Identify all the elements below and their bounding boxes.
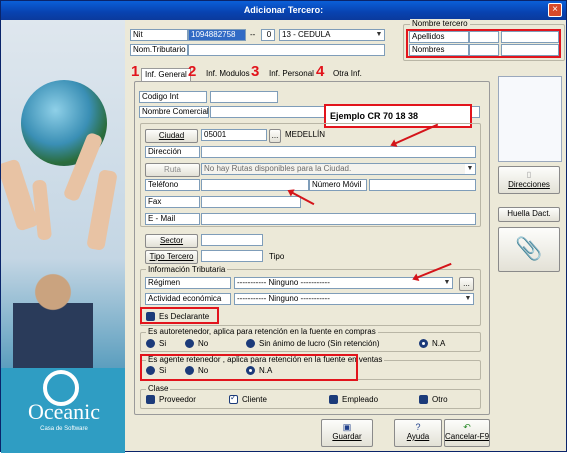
tributaria-title: Información Tributaria (146, 265, 228, 274)
actividad-select[interactable]: ----------- Ninguno ----------- ▼ (234, 293, 474, 305)
cancelar-button[interactable]: ↶ Cancelar-F9 (444, 419, 490, 447)
otro-checkbox[interactable] (419, 395, 428, 404)
guardar-button[interactable]: ▣ Guardar (321, 419, 373, 447)
actividad-label: Actividad económica (145, 293, 231, 305)
nit-dash: -- (250, 30, 256, 39)
autoretenedor-sin-animo-radio[interactable] (246, 339, 255, 348)
fax-input[interactable] (201, 196, 301, 208)
proveedor-checkbox[interactable] (146, 395, 155, 404)
email-input[interactable] (201, 213, 476, 225)
window-title: Adicionar Tercero: (1, 1, 566, 20)
ciudad-code-input[interactable]: 05001 (201, 129, 267, 141)
nom-tributario-label: Nom.Tributario (130, 44, 188, 56)
nombre-tercero-title: Nombre tercero (410, 19, 470, 28)
nombre-comercial-label: Nombre Comercial (139, 106, 209, 118)
autoretenedor-no-label: No (198, 339, 209, 348)
logo-name: Oceanic (27, 399, 101, 424)
autoretenedor-si-radio[interactable] (146, 339, 155, 348)
nit-input[interactable]: 1094882758 (188, 29, 246, 41)
chevron-down-icon: ▼ (463, 294, 473, 304)
cliente-label: Cliente (242, 395, 267, 404)
document-icon: ▯ (526, 170, 532, 179)
chevron-down-icon: ▼ (465, 164, 475, 174)
empleado-label: Empleado (342, 395, 379, 404)
numero-movil-input[interactable] (369, 179, 476, 191)
autoretenedor-na-radio[interactable] (419, 339, 428, 348)
clase-title: Clase (146, 384, 171, 393)
autoretenedor-sin-animo-label: Sin ánimo de lucro (Sin retención) (259, 339, 380, 348)
highlight-declarante (140, 307, 219, 324)
codigo-int-input[interactable] (210, 91, 278, 103)
cliente-checkbox[interactable] (229, 393, 238, 404)
regimen-value: ----------- Ninguno ----------- (237, 278, 330, 287)
ciudad-button[interactable]: Ciudad (145, 129, 198, 143)
highlight-agente (140, 354, 358, 381)
autoretenedor-na-label: N.A (432, 339, 446, 348)
guardar-label: Guardar (332, 432, 362, 441)
nit-label: Nit (130, 29, 188, 41)
highlight-nombre (406, 29, 561, 58)
save-icon: ▣ (342, 422, 352, 432)
help-icon: ? (415, 422, 421, 432)
tab-inf-modulos[interactable]: Inf. Modulos (206, 69, 250, 79)
chevron-down-icon: ▼ (374, 30, 384, 40)
telefono-label: Teléfono (145, 179, 200, 191)
email-label: E - Mail (145, 213, 200, 225)
tipo-tercero-button[interactable]: Tipo Tercero (145, 250, 198, 264)
paperclip-icon[interactable]: 📎 (498, 227, 560, 272)
ayuda-button[interactable]: ? Ayuda (394, 419, 442, 447)
direccion-label: Dirección (145, 146, 200, 158)
doctype-value: 13 - CEDULA (282, 30, 331, 39)
nom-tributario-input[interactable] (188, 44, 385, 56)
tab-otra-inf[interactable]: Otra Inf. (333, 69, 362, 79)
direccion-input[interactable] (201, 146, 476, 158)
regimen-more-button[interactable]: ... (459, 277, 474, 291)
direcciones-button[interactable]: ▯ Direcciones (498, 166, 560, 194)
otro-label: Otro (432, 395, 448, 404)
tab-inf-general[interactable]: Inf. General (141, 68, 191, 81)
chevron-down-icon: ▼ (442, 278, 452, 288)
dv-input[interactable]: 0 (261, 29, 275, 41)
photo-placeholder (498, 76, 562, 162)
undo-icon: ↶ (463, 422, 471, 432)
tab3-number: 3 (251, 63, 260, 80)
sector-button-label: Sector (159, 236, 184, 245)
tab-inf-personal[interactable]: Inf. Personal (269, 69, 314, 79)
ciudad-button-label: Ciudad (158, 131, 185, 140)
cancelar-label: Cancelar-F9 (445, 432, 490, 441)
regimen-select[interactable]: ----------- Ninguno ----------- ▼ (234, 277, 453, 289)
close-icon[interactable]: × (548, 3, 562, 17)
tab4-number: 4 (316, 63, 325, 80)
actividad-value: ----------- Ninguno ----------- (237, 294, 330, 303)
tipo-tercero-input[interactable] (201, 250, 263, 262)
sector-button[interactable]: Sector (145, 234, 198, 248)
person-image (13, 270, 93, 380)
ciudad-name: MEDELLÍN (285, 130, 326, 139)
ciudad-more-button[interactable]: ... (269, 129, 281, 143)
dialog-window: Adicionar Tercero: × Oceanic Casa de Sof… (0, 0, 567, 453)
logo-tagline: Casa de Software (40, 426, 88, 432)
ayuda-label: Ayuda (406, 432, 430, 441)
sector-input[interactable] (201, 234, 263, 246)
ruta-select[interactable]: No hay Rutas disponibles para la Ciudad.… (201, 163, 476, 175)
huella-dact-button[interactable]: Huella Dact. (498, 207, 560, 222)
proveedor-label: Proveedor (159, 395, 196, 404)
tipo-tercero-button-label: Tipo Tercero (149, 252, 194, 261)
regimen-label: Régimen (145, 277, 231, 289)
codigo-int-label: Codigo Int (139, 91, 207, 103)
tipo-label: Tipo (269, 252, 285, 261)
autoretenedor-no-radio[interactable] (185, 339, 194, 348)
autoretenedor-title: Es autoretenedor, aplica para retención … (146, 327, 378, 336)
tab2-number: 2 (188, 63, 197, 80)
fax-label: Fax (145, 196, 200, 208)
ruta-button[interactable]: Ruta (145, 163, 200, 177)
autoretenedor-si-label: Si (159, 339, 167, 348)
doctype-select[interactable]: 13 - CEDULA ▼ (279, 29, 385, 41)
direcciones-label: Direcciones (508, 180, 550, 189)
ruta-value: No hay Rutas disponibles para la Ciudad. (204, 164, 352, 173)
tab1-number: 1 (131, 63, 140, 80)
empleado-checkbox[interactable] (329, 395, 338, 404)
numero-movil-label: Número Móvil (309, 179, 367, 191)
